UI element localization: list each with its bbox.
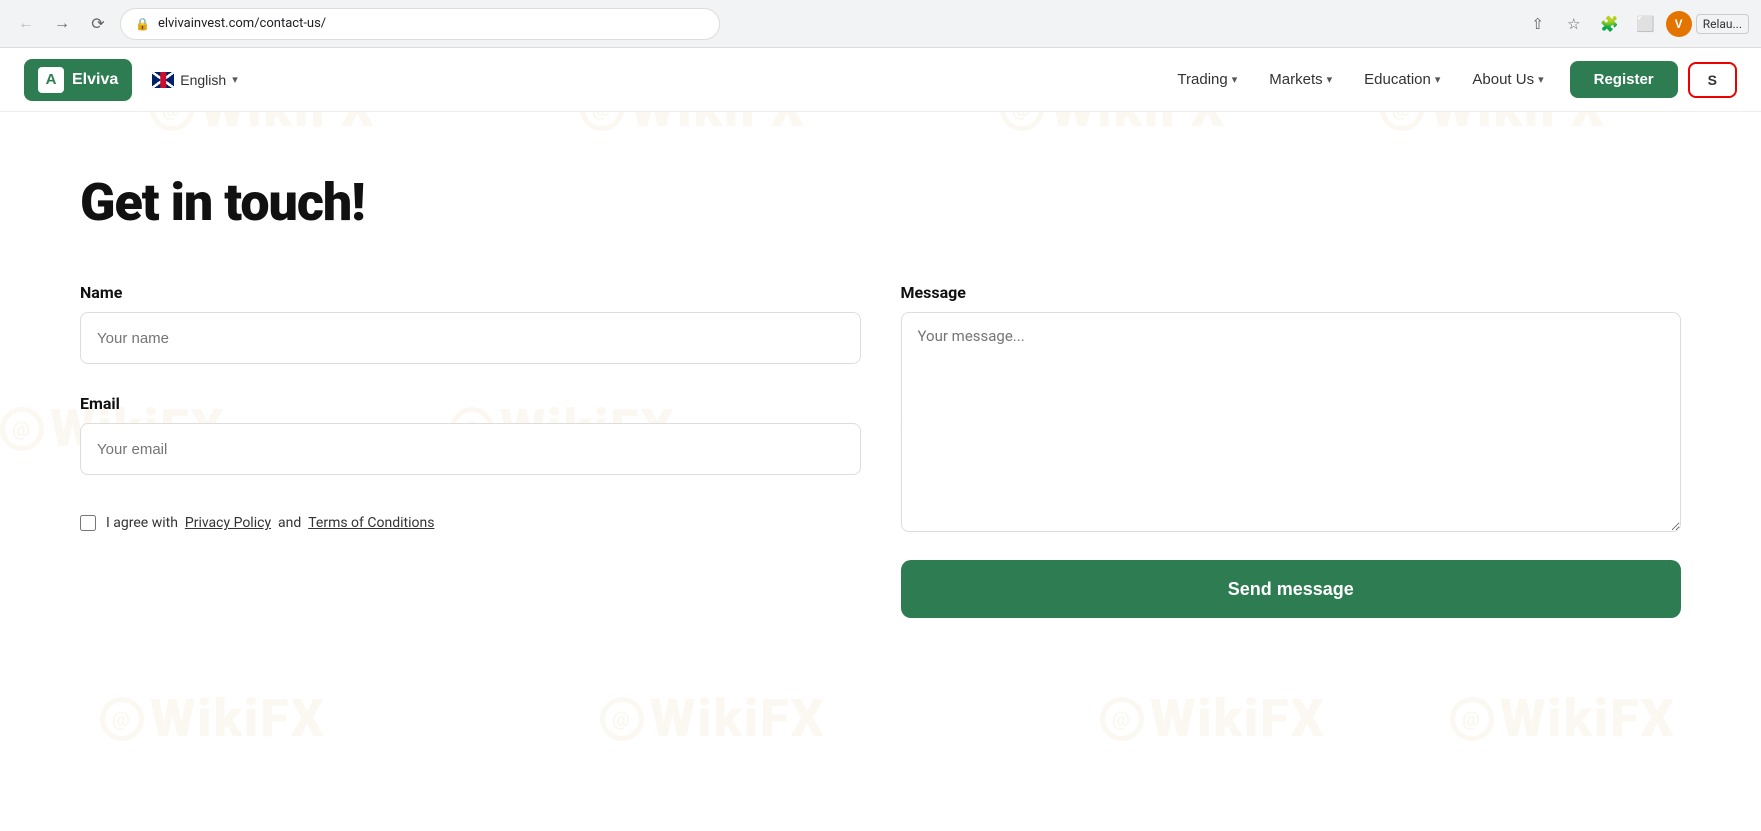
logo-button[interactable]: A Elviva	[24, 59, 132, 101]
send-button[interactable]: Send message	[901, 560, 1682, 618]
profile-avatar[interactable]: V	[1666, 11, 1692, 37]
watermark-9: @ WikiFX	[100, 688, 326, 749]
register-button[interactable]: Register	[1570, 61, 1678, 98]
agreement-row: I agree with Privacy Policy and Terms of…	[80, 515, 861, 531]
forward-button[interactable]: →	[48, 10, 76, 38]
watermark-12: @ WikiFX	[1450, 688, 1676, 749]
extension-label[interactable]: Relau...	[1696, 14, 1749, 34]
bookmark-button[interactable]: ☆	[1558, 8, 1590, 40]
contact-form: Name Email I agree with Privacy Policy a…	[80, 283, 1681, 618]
nav-menu: Trading ▾ Markets ▾ Education ▾ About Us…	[1163, 61, 1737, 98]
agreement-text: I agree with Privacy Policy and Terms of…	[106, 515, 434, 531]
name-field-group: Name	[80, 283, 861, 364]
name-input[interactable]	[80, 312, 861, 364]
nav-markets[interactable]: Markets ▾	[1255, 63, 1346, 96]
message-label: Message	[901, 283, 1682, 302]
lock-icon: 🔒	[135, 17, 150, 31]
nav-about-label: About Us	[1472, 71, 1534, 88]
chevron-education-icon: ▾	[1435, 73, 1441, 86]
back-button[interactable]: ←	[12, 10, 40, 38]
extensions-button[interactable]: 🧩	[1594, 8, 1626, 40]
main-content: Get in touch! Name Email I agree with Pr…	[0, 112, 1761, 678]
address-bar[interactable]: 🔒 elvivainvest.com/contact-us/	[120, 8, 720, 40]
website: @ WikiFX @ WikiFX @ WikiFX @ WikiFX @ Wi…	[0, 48, 1761, 831]
logo-letter: A	[38, 67, 64, 93]
language-label: English	[180, 72, 226, 88]
signin-button[interactable]: S	[1688, 62, 1737, 98]
agreement-checkbox[interactable]	[80, 515, 96, 531]
message-field-group: Message	[901, 283, 1682, 536]
form-right-column: Message Send message	[901, 283, 1682, 618]
page-title: Get in touch!	[80, 172, 1681, 233]
watermark-11: @ WikiFX	[1100, 688, 1326, 749]
nav-education[interactable]: Education ▾	[1350, 63, 1454, 96]
chevron-about-icon: ▾	[1538, 73, 1544, 86]
browser-chrome: ← → ⟳ 🔒 elvivainvest.com/contact-us/ ⇧ ☆…	[0, 0, 1761, 48]
browser-action-bar: ⇧ ☆ 🧩 ⬜ V Relau...	[1522, 8, 1749, 40]
chevron-trading-icon: ▾	[1232, 73, 1238, 86]
email-label: Email	[80, 394, 861, 413]
split-screen-button[interactable]: ⬜	[1630, 8, 1662, 40]
name-label: Name	[80, 283, 861, 302]
nav-trading[interactable]: Trading ▾	[1163, 63, 1251, 96]
watermark-10: @ WikiFX	[600, 688, 826, 749]
terms-link[interactable]: Terms of Conditions	[308, 515, 434, 531]
nav-markets-label: Markets	[1269, 71, 1322, 88]
nav-about[interactable]: About Us ▾	[1458, 63, 1557, 96]
logo-name: Elviva	[72, 71, 118, 89]
reload-button[interactable]: ⟳	[84, 10, 112, 38]
chevron-down-icon: ▾	[232, 73, 238, 86]
message-input[interactable]	[901, 312, 1682, 532]
url-text: elvivainvest.com/contact-us/	[158, 16, 326, 31]
language-selector[interactable]: English ▾	[152, 72, 237, 88]
privacy-policy-link[interactable]: Privacy Policy	[185, 515, 271, 531]
flag-icon	[152, 72, 174, 88]
nav-education-label: Education	[1364, 71, 1431, 88]
chevron-markets-icon: ▾	[1327, 73, 1333, 86]
nav-trading-label: Trading	[1177, 71, 1227, 88]
form-left-column: Name Email I agree with Privacy Policy a…	[80, 283, 861, 618]
main-nav: A Elviva English ▾ Trading ▾ Markets ▾ E…	[0, 48, 1761, 112]
share-button[interactable]: ⇧	[1522, 8, 1554, 40]
email-input[interactable]	[80, 423, 861, 475]
email-field-group: Email	[80, 394, 861, 475]
